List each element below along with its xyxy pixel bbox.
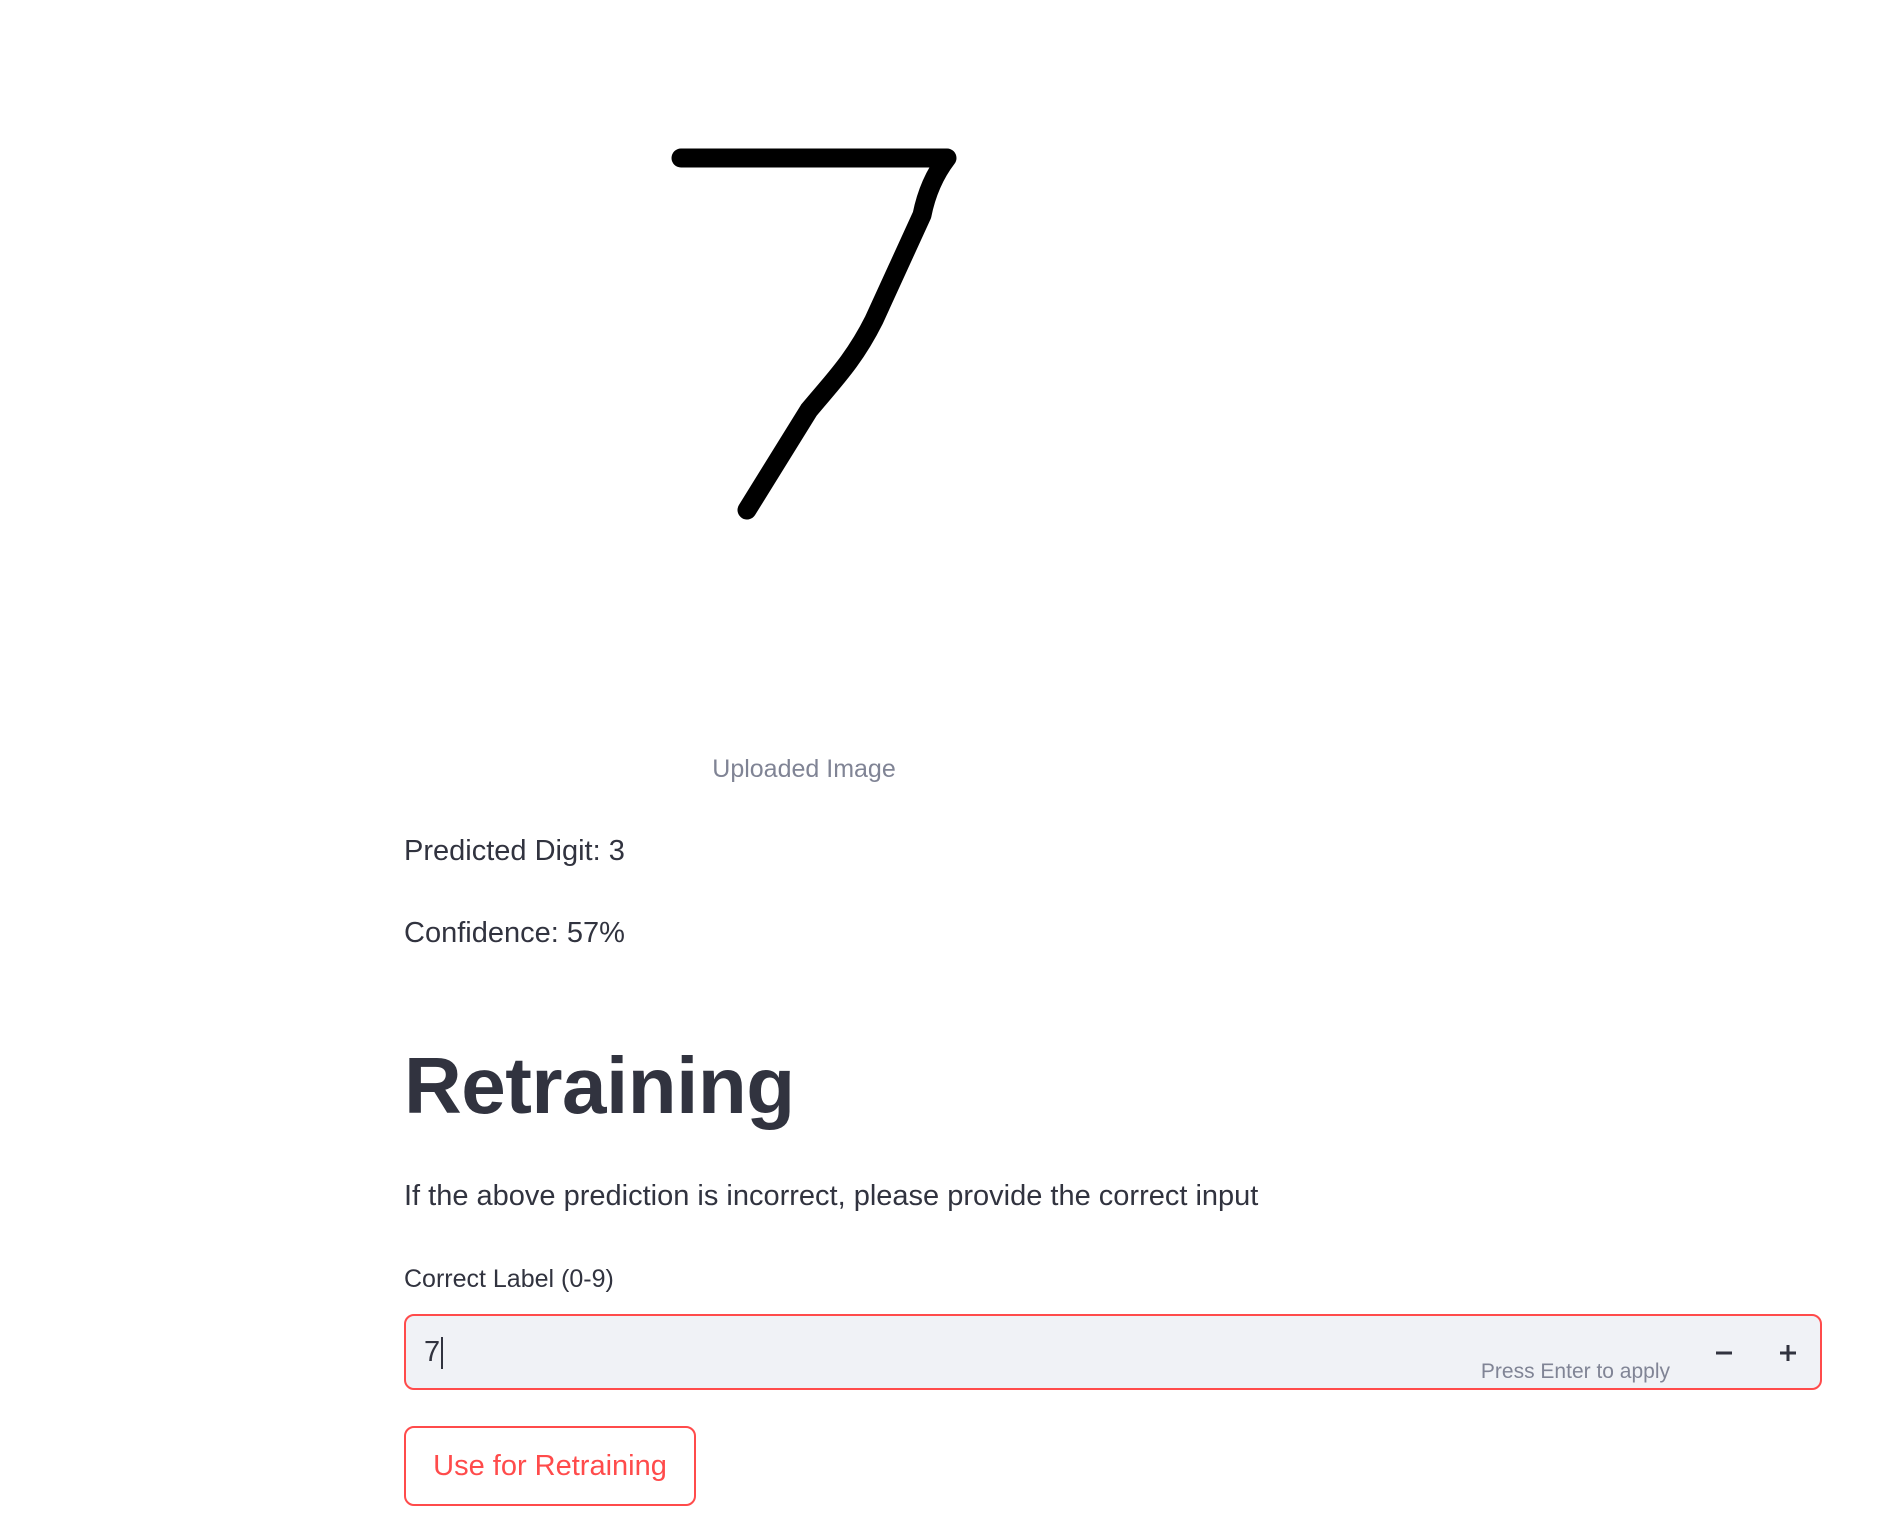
retraining-heading: Retraining (404, 1041, 795, 1130)
plus-icon (1780, 1345, 1796, 1361)
increment-button[interactable] (1760, 1326, 1816, 1380)
image-block: Uploaded Image (404, 0, 1826, 800)
correct-label-value[interactable]: 7 (424, 1336, 440, 1369)
main-content: Uploaded Image Predicted Digit: 3 Confid… (404, 0, 1826, 1528)
correct-label-value-wrap[interactable]: 7 (424, 1336, 444, 1369)
uploaded-image (404, 0, 1204, 740)
press-enter-hint: Press Enter to apply (1480, 1360, 1670, 1383)
text-caret (441, 1336, 444, 1369)
confidence-text: Confidence: 57% (404, 917, 625, 949)
decrement-button[interactable] (1696, 1326, 1752, 1380)
correct-label-field-label: Correct Label (0-9) (404, 1265, 614, 1293)
correct-label-input[interactable]: 7 Press Enter to apply (404, 1314, 1822, 1390)
predicted-digit-text: Predicted Digit: 3 (404, 835, 625, 867)
use-for-retraining-button[interactable]: Use for Retraining (404, 1426, 696, 1506)
retraining-instruction: If the above prediction is incorrect, pl… (404, 1180, 1259, 1212)
digit-drawing (671, 148, 957, 520)
minus-icon (1716, 1351, 1732, 1355)
image-caption: Uploaded Image (712, 755, 896, 783)
